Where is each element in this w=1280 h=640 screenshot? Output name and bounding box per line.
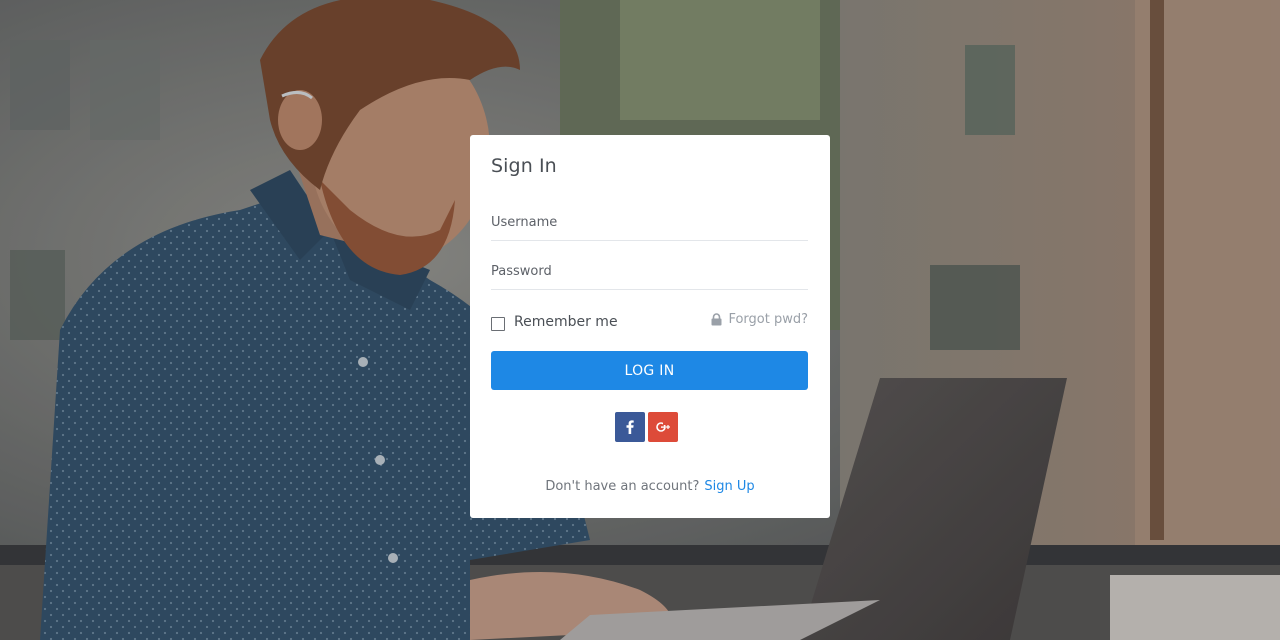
- remember-me-checkbox[interactable]: Remember me: [491, 313, 618, 331]
- signup-prompt: Don't have an account? Sign Up: [470, 479, 830, 494]
- password-input[interactable]: [491, 254, 808, 290]
- signin-card: Sign In Remember me Forgot pwd? LOG IN: [470, 135, 830, 518]
- username-input[interactable]: [491, 205, 808, 241]
- lock-icon: [711, 313, 722, 326]
- facebook-login-button[interactable]: [615, 412, 645, 442]
- signin-title: Sign In: [491, 155, 557, 177]
- footer-text: Don't have an account?: [545, 479, 700, 494]
- remember-me-label: Remember me: [514, 314, 618, 330]
- signup-link[interactable]: Sign Up: [704, 479, 754, 494]
- social-login-group: [615, 412, 678, 442]
- forgot-password-label: Forgot pwd?: [728, 312, 808, 327]
- login-button[interactable]: LOG IN: [491, 351, 808, 390]
- google-plus-login-button[interactable]: [648, 412, 678, 442]
- checkbox-box[interactable]: [491, 317, 505, 331]
- forgot-password-link[interactable]: Forgot pwd?: [711, 312, 808, 327]
- facebook-icon: [626, 420, 634, 434]
- google-plus-icon: [656, 422, 670, 432]
